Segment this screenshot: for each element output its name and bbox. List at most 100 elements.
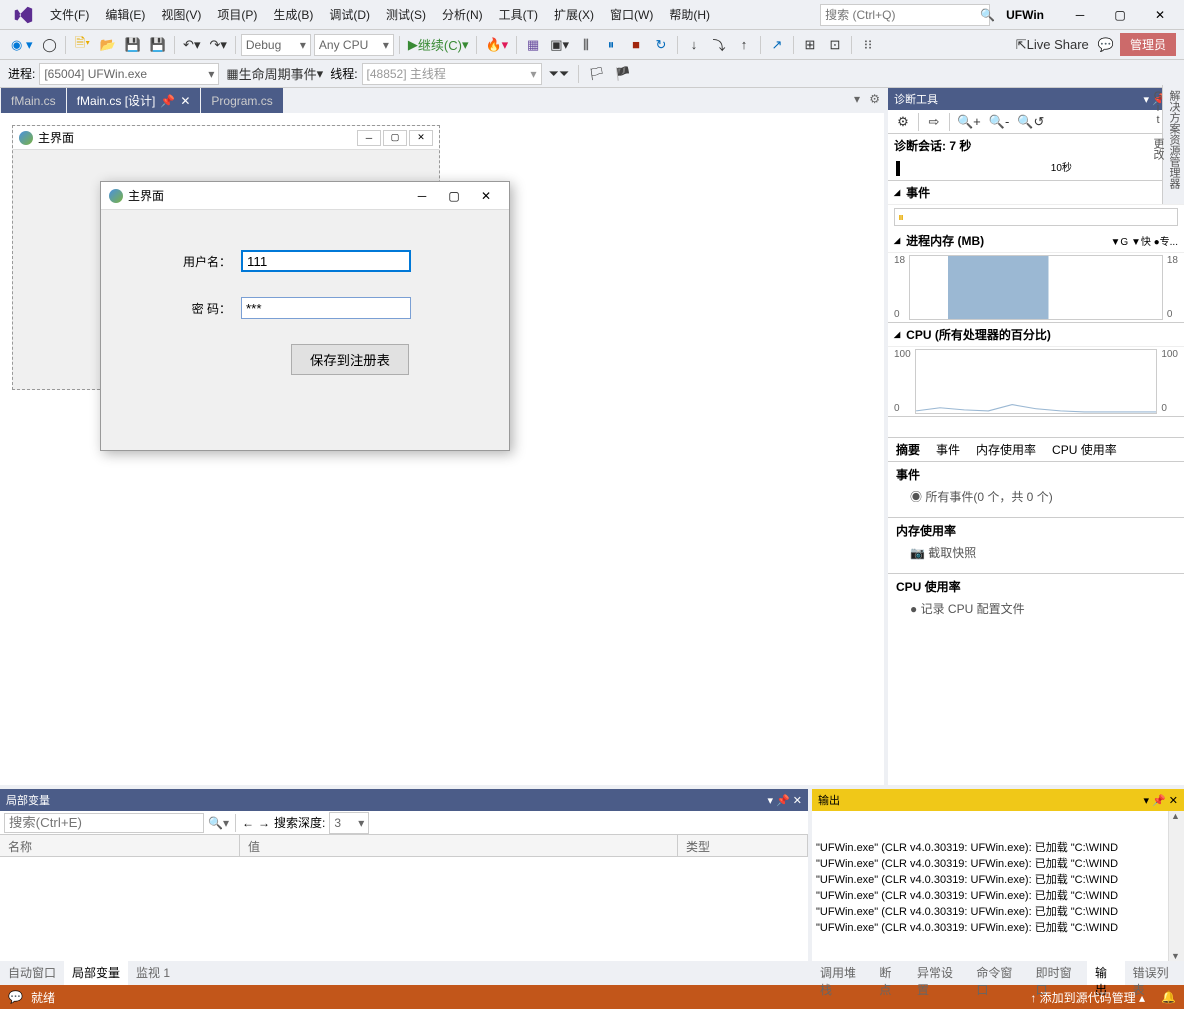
diag-tab-memory[interactable]: 内存使用率	[968, 438, 1044, 461]
search-depth-combo[interactable]: 3▾	[329, 812, 369, 834]
zoom-reset-icon[interactable]: 🔍↺	[1014, 111, 1047, 133]
tb-icon-2[interactable]: ▣▾	[547, 34, 572, 56]
notifications-icon[interactable]: 🔔	[1161, 990, 1176, 1004]
step-over-button[interactable]: ⤵	[708, 34, 730, 56]
flag2-icon[interactable]: 🏴	[612, 63, 634, 85]
locals-col-type[interactable]: 类型	[678, 835, 808, 856]
menu-build[interactable]: 生成(B)	[265, 2, 321, 27]
tab-watch1[interactable]: 监视 1	[128, 961, 178, 985]
git-changes-tab[interactable]: Git 更改	[1150, 90, 1166, 199]
locals-grid-body[interactable]	[0, 857, 808, 961]
diagnostic-timeline[interactable]: 10秒	[888, 157, 1184, 181]
feedback-button[interactable]: 💬	[1095, 34, 1117, 56]
panel-dropdown-icon[interactable]: ▾	[1144, 93, 1150, 106]
cpu-chart[interactable]: 1000 1000	[888, 347, 1184, 417]
menu-debug[interactable]: 调试(D)	[321, 2, 378, 27]
cpu-section-header[interactable]: CPU (所有处理器的百分比)	[888, 323, 1184, 347]
tab-settings-icon[interactable]: ⚙	[869, 92, 880, 106]
tab-fmain-designer[interactable]: fMain.cs [设计] 📌 ✕	[67, 88, 201, 113]
menu-test[interactable]: 测试(S)	[378, 2, 434, 27]
live-share-button[interactable]: ⇱ Live Share	[1013, 34, 1092, 56]
output-text[interactable]: "UFWin.exe" (CLR v4.0.30319: UFWin.exe):…	[812, 811, 1184, 961]
open-button[interactable]: 📂	[96, 34, 118, 56]
quick-search-input[interactable]	[825, 8, 980, 22]
menu-analyze[interactable]: 分析(N)	[434, 2, 491, 27]
locals-col-name[interactable]: 名称	[0, 835, 240, 856]
running-form[interactable]: 主界面 ─ ▢ ✕ 用户名： 密 码：	[100, 181, 510, 451]
tab-program-cs[interactable]: Program.cs	[201, 88, 282, 113]
pin-icon[interactable]: 📌	[160, 94, 175, 108]
events-section-header[interactable]: 事件	[888, 181, 1184, 205]
nav-forward-button[interactable]: ◯	[38, 34, 60, 56]
tab-errorlist[interactable]: 错误列表	[1125, 961, 1184, 985]
form-minimize-button[interactable]: ─	[407, 185, 437, 207]
diag-export-icon[interactable]: ⇨	[923, 111, 945, 133]
menu-project[interactable]: 项目(P)	[209, 2, 265, 27]
form-close-button[interactable]: ✕	[471, 185, 501, 207]
tab-autos[interactable]: 自动窗口	[0, 961, 64, 985]
step-out-button[interactable]: ↑	[733, 34, 755, 56]
lifecycle-button[interactable]: ▦ 生命周期事件 ▾	[223, 63, 326, 85]
save-registry-button[interactable]: 保存到注册表	[291, 344, 409, 375]
diag-tab-summary[interactable]: 摘要	[888, 438, 928, 461]
menu-window[interactable]: 窗口(W)	[602, 2, 661, 27]
window-minimize[interactable]: ─	[1060, 4, 1100, 26]
flag-icon[interactable]: 🏳	[585, 63, 608, 85]
summary-cpu-link[interactable]: ● 记录 CPU 配置文件	[896, 598, 1176, 625]
scrollbar[interactable]	[1168, 811, 1184, 961]
panel-pin-icon[interactable]: 📌	[1152, 794, 1166, 807]
menu-view[interactable]: 视图(V)	[153, 2, 209, 27]
zoom-in-icon[interactable]: 🔍+	[954, 111, 984, 133]
window-maximize[interactable]: ▢	[1100, 4, 1140, 26]
source-control-button[interactable]: ↑ 添加到源代码管理 ▴	[1030, 989, 1145, 1006]
step-into-button[interactable]: ↓	[683, 34, 705, 56]
locals-search-input[interactable]	[4, 813, 204, 833]
zoom-out-icon[interactable]: 🔍-	[986, 111, 1013, 133]
panel-close-icon[interactable]: ✕	[793, 794, 802, 807]
tab-exceptions[interactable]: 异常设置	[909, 961, 968, 985]
menu-tools[interactable]: 工具(T)	[491, 2, 546, 27]
tab-callstack[interactable]: 调用堆栈	[812, 961, 871, 985]
nav-back-button[interactable]: ◉ ▾	[8, 34, 35, 56]
tb-icon-3[interactable]: ⫼	[575, 34, 597, 56]
memory-section-header[interactable]: 进程内存 (MB) ▼G ▼快 ●专...	[888, 229, 1184, 253]
tab-breakpoints[interactable]: 断点	[871, 961, 909, 985]
tab-dropdown-icon[interactable]: ▾	[854, 92, 860, 106]
redo-button[interactable]: ↷▾	[206, 34, 229, 56]
stop-button[interactable]: ■	[625, 34, 647, 56]
undo-button[interactable]: ↶▾	[180, 34, 203, 56]
nav-next-icon[interactable]: →	[258, 816, 270, 830]
tab-output[interactable]: 输出	[1087, 961, 1125, 985]
stack-frame-button[interactable]: ⏷⏷	[546, 63, 573, 85]
menu-file[interactable]: 文件(F)	[42, 2, 97, 27]
hot-reload-button[interactable]: 🔥▾	[482, 34, 511, 56]
close-tab-icon[interactable]: ✕	[180, 94, 190, 108]
config-combo[interactable]: Debug▾	[241, 34, 311, 56]
menu-help[interactable]: 帮助(H)	[661, 2, 718, 27]
tb-icon-5[interactable]: ⊞	[799, 34, 821, 56]
username-input[interactable]	[241, 250, 411, 272]
tab-locals[interactable]: 局部变量	[64, 961, 128, 985]
summary-events-link[interactable]: ◉ 所有事件(0 个，共 0 个)	[896, 486, 1176, 513]
panel-dropdown-icon[interactable]: ▾	[768, 794, 774, 807]
diag-tab-cpu[interactable]: CPU 使用率	[1044, 438, 1125, 461]
tab-command[interactable]: 命令窗口	[968, 961, 1027, 985]
nav-prev-icon[interactable]: ←	[242, 816, 254, 830]
panel-close-icon[interactable]: ✕	[1169, 794, 1178, 807]
save-button[interactable]: 💾	[122, 34, 144, 56]
locals-col-value[interactable]: 值	[240, 835, 678, 856]
window-close[interactable]: ✕	[1140, 4, 1180, 26]
tb-icon-6[interactable]: ⊡	[824, 34, 846, 56]
password-input[interactable]	[241, 297, 411, 319]
designer-surface[interactable]: 主界面 ─ ▢ ✕ 主界面 ─ ▢ ✕	[0, 113, 884, 785]
diag-tab-events[interactable]: 事件	[928, 438, 968, 461]
panel-pin-icon[interactable]: 📌	[776, 794, 790, 807]
menu-extensions[interactable]: 扩展(X)	[546, 2, 602, 27]
platform-combo[interactable]: Any CPU▾	[314, 34, 394, 56]
summary-snapshot-link[interactable]: 📷 截取快照	[896, 542, 1176, 569]
tab-fmain-cs[interactable]: fMain.cs	[1, 88, 66, 113]
tb-icon-4[interactable]: ↗	[766, 34, 788, 56]
tb-icon-1[interactable]: ▦	[522, 34, 544, 56]
restart-button[interactable]: ↻	[650, 34, 672, 56]
solution-explorer-tab[interactable]: 解决方案资源管理器	[1166, 90, 1182, 189]
